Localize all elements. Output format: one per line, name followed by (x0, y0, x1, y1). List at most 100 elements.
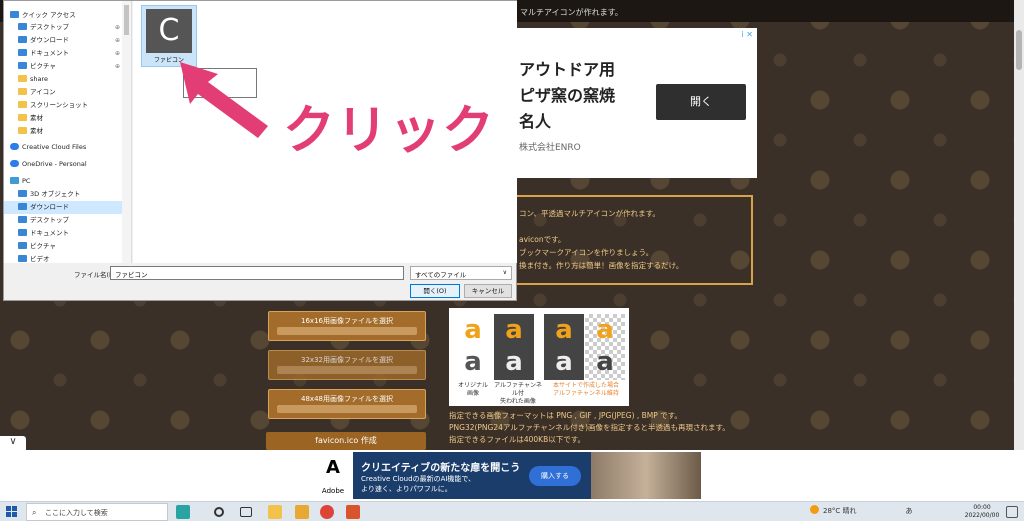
system-tray[interactable]: 28°C 晴れ あ (810, 505, 912, 516)
taskbar-clock[interactable]: 00:00 2022/00/00 (962, 504, 1002, 520)
ad-info-icon[interactable]: i ✕ (742, 30, 753, 39)
cancel-button[interactable]: キャンセル (464, 284, 512, 298)
navigation-pane[interactable]: クイック アクセス デスクトップ ⊕ ダウンロード ⊕ ドキュメント ⊕ ピクチャ ⊕ share… (4, 1, 132, 263)
sample-glyph: a (505, 315, 523, 345)
folder-icon (18, 101, 27, 108)
nav-item-label: ビデオ (30, 255, 50, 263)
nav-item-label: 3D オブジェクト (30, 190, 81, 198)
select-32x32-button[interactable]: 32x32用画像ファイルを選択 (268, 350, 426, 380)
nav-item[interactable]: ダウンロード (4, 201, 122, 214)
file-explorer-icon[interactable] (268, 505, 282, 519)
nav-item[interactable]: 3D オブジェクト (4, 188, 122, 201)
notification-icon[interactable] (1006, 506, 1018, 518)
adobe-ad-subtitle-1: Creative Cloudの最新のAI機能で、 (361, 475, 476, 483)
nav-item-label: 素材 (30, 127, 43, 135)
sample-glyph: a (505, 347, 523, 377)
nav-item[interactable]: ビデオ (4, 253, 122, 266)
nav-item[interactable]: ドキュメント (4, 227, 122, 240)
nav-item[interactable]: share (4, 73, 122, 86)
select-48x48-label: 48x48用画像ファイルを選択 (301, 395, 393, 403)
nav-item[interactable]: ダウンロード ⊕ (4, 34, 122, 47)
ad-open-button[interactable]: 開く (656, 84, 746, 120)
select-32x32-field (277, 366, 417, 374)
adobe-logo: A Adobe (313, 452, 353, 499)
click-arrow-icon (180, 62, 268, 138)
nav-item-label: share (30, 75, 49, 83)
app-icon[interactable] (346, 505, 360, 519)
cortana-icon[interactable] (214, 507, 224, 517)
folder-icon (18, 114, 27, 121)
page-scrollbar[interactable] (1014, 0, 1024, 450)
ad-company: 株式会社ENRO (519, 143, 581, 153)
chrome-icon[interactable] (320, 505, 334, 519)
news-widget-icon[interactable] (176, 505, 190, 519)
nav-item[interactable]: OneDrive - Personal (4, 158, 122, 171)
create-favicon-button[interactable]: favicon.ico 作成 (266, 432, 426, 450)
ad-line-3: 名人 (519, 112, 552, 131)
open-button[interactable]: 開く(O) (410, 284, 460, 298)
clock-date: 2022/00/00 (964, 512, 1000, 519)
page-scrollbar-thumb[interactable] (1016, 30, 1022, 70)
folder-icon (18, 75, 27, 82)
description-line (519, 220, 751, 233)
navigation-scrollbar[interactable] (122, 1, 131, 263)
ad-banner-top[interactable]: i ✕ アウトドア用 ピザ窯の窯焼 名人 株式会社ENRO 開く (513, 28, 757, 178)
description-line: aviconです。 (519, 235, 566, 244)
description-line: コン、平透過マルチアイコンが作れます。 (519, 209, 660, 218)
taskbar-search-input[interactable]: ⌕ ここに入力して検索 (26, 503, 168, 521)
nav-item-label: ピクチャ (30, 62, 56, 70)
desktop-icon (18, 23, 27, 30)
nav-item-label: 素材 (30, 114, 43, 122)
nav-item[interactable]: スクリーンショット (4, 99, 122, 112)
filetype-select[interactable]: すべてのファイル ∨ (410, 266, 512, 280)
nav-item-label: PC (22, 177, 31, 185)
video-icon (18, 255, 27, 262)
taskbar-search-placeholder: ここに入力して検索 (45, 509, 108, 517)
pin-icon: ⊕ (114, 63, 120, 70)
nav-item[interactable]: PC (4, 175, 122, 188)
nav-item[interactable]: デスクトップ (4, 214, 122, 227)
page-header-text: マルチアイコンが作れます。 (520, 8, 623, 17)
pictures-icon (18, 242, 27, 249)
sample-alpha-kept-dark: aa (544, 314, 584, 380)
ad-line-1: アウトドア用 (519, 60, 616, 79)
nav-item[interactable]: ピクチャ (4, 240, 122, 253)
file-item-favicon[interactable]: C ファビコン (141, 5, 197, 67)
sample-caption-original: オリジナル 画像 (457, 382, 488, 397)
task-view-icon[interactable] (240, 507, 252, 517)
filetype-value: すべてのファイル (415, 271, 467, 279)
nav-item[interactable]: Creative Cloud Files (4, 141, 122, 154)
format-info-line: 指定できるファイルは400KB以下です。 (449, 435, 585, 444)
adobe-ad-subtitle: Creative Cloudの最新のAI機能で、 より速く、よりパワフルに。 (361, 474, 475, 494)
nav-item-label: クイック アクセス (22, 11, 76, 19)
sample-glyph: a (464, 347, 482, 377)
nav-item[interactable]: デスクトップ ⊕ (4, 21, 122, 34)
cloud-icon (10, 143, 19, 150)
select-16x16-button[interactable]: 16x16用画像ファイルを選択 (268, 311, 426, 341)
sample-glyph: a (596, 315, 614, 345)
nav-item[interactable]: ピクチャ ⊕ (4, 60, 122, 73)
nav-item[interactable]: アイコン (4, 86, 122, 99)
nav-item-label: アイコン (30, 88, 56, 96)
windows-start-icon[interactable] (6, 506, 18, 518)
chevron-down-icon: ∨ (502, 269, 507, 276)
adobe-brand: Adobe (321, 487, 345, 495)
sample-caption-alpha-kept: 本サイトで作成した場合 アルファチャンネル維持 (552, 382, 619, 397)
description-line: 換ま付き。作り方は簡単！画像を指定するだけ。 (519, 261, 684, 270)
select-48x48-button[interactable]: 48x48用画像ファイルを選択 (268, 389, 426, 419)
nav-item[interactable]: 素材 (4, 125, 122, 138)
filename-input[interactable]: ファビコン (110, 266, 404, 280)
desktop-icon (18, 216, 27, 223)
folder-icon[interactable] (295, 505, 309, 519)
sample-original: aa (453, 314, 493, 380)
nav-item[interactable]: 素材 (4, 112, 122, 125)
download-icon (18, 36, 27, 43)
ime-indicator[interactable]: あ (905, 507, 912, 515)
document-icon (18, 49, 27, 56)
adobe-buy-button[interactable]: 購入する (529, 466, 581, 486)
sample-glyph: a (555, 315, 573, 345)
nav-item[interactable]: ドキュメント ⊕ (4, 47, 122, 60)
navigation-scrollbar-thumb[interactable] (124, 5, 129, 35)
chevron-down-icon[interactable]: ∨ (0, 436, 26, 450)
adobe-ad[interactable]: A Adobe クリエイティブの新たな扉を開こう Creative Cloudの最… (313, 452, 701, 499)
